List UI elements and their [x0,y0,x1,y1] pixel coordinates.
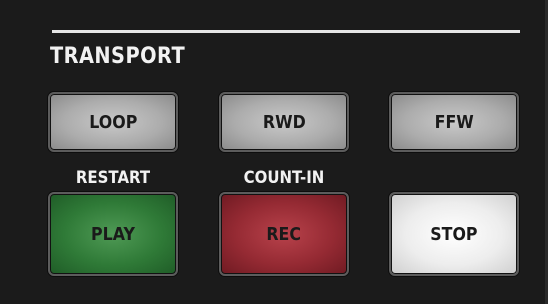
stop-button-label: STOP [430,223,478,245]
section-title: TRANSPORT [50,44,186,69]
loop-button-label: LOOP [88,111,138,133]
section-divider [52,30,520,33]
ffw-button[interactable]: FFW [389,92,519,152]
play-button-label: PLAY [91,223,135,245]
ffw-button-label: FFW [434,111,474,133]
loop-button[interactable]: LOOP [48,92,178,152]
stop-button[interactable]: STOP [389,192,519,276]
count-in-shift-label: COUNT-IN [243,168,325,188]
rec-button-label: REC [266,223,302,245]
rwd-button-label: RWD [262,111,306,133]
restart-shift-label: RESTART [75,168,151,188]
rwd-button[interactable]: RWD [219,92,349,152]
rec-button[interactable]: REC [219,192,349,276]
transport-panel: TRANSPORT LOOP RWD FFW RESTART COUNT-IN … [0,0,548,304]
play-button[interactable]: PLAY [48,192,178,276]
